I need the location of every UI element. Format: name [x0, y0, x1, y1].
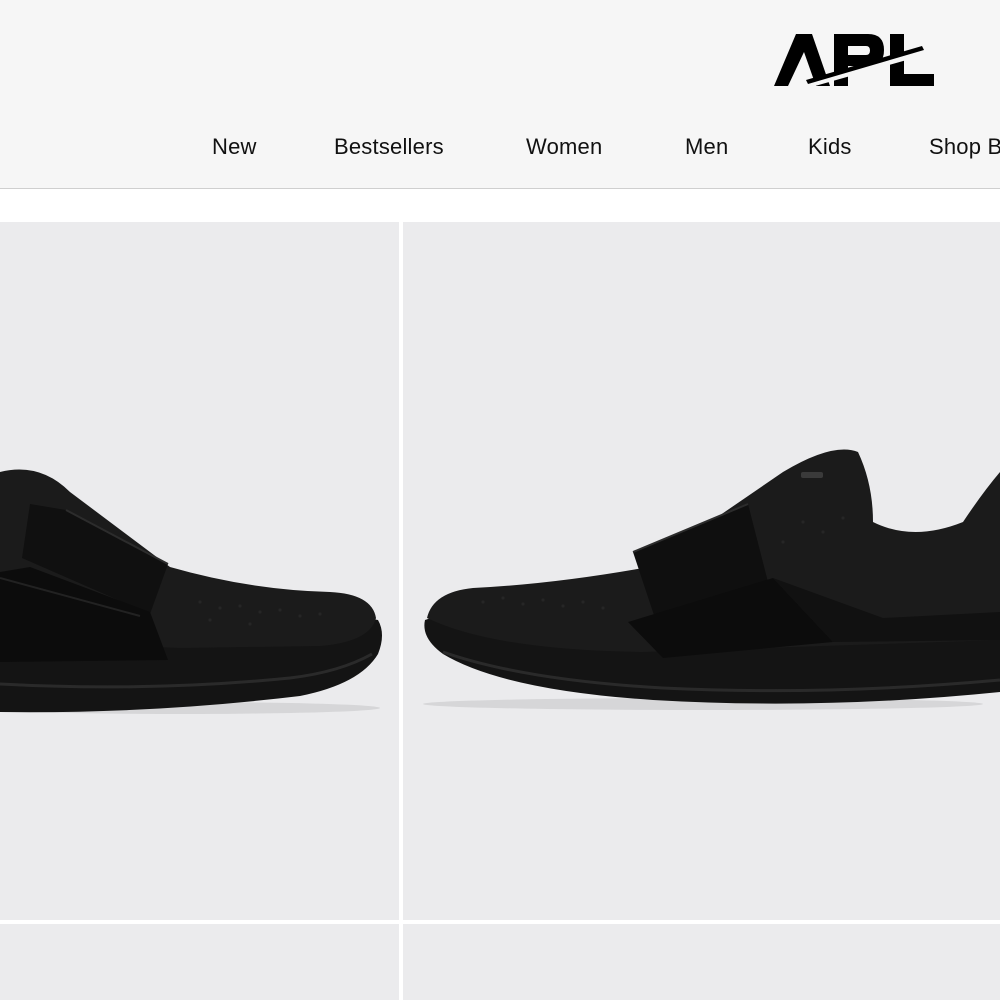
apl-logo[interactable]: [772, 30, 936, 90]
heel-logo-icon: [801, 472, 823, 478]
nav-item-kids[interactable]: Kids: [808, 132, 852, 162]
product-image: [0, 924, 399, 1000]
product-tile[interactable]: [0, 924, 399, 1000]
product-image: [403, 924, 1000, 1000]
black-slip-on-sneaker-image: [423, 449, 1000, 710]
nav-item-new[interactable]: New: [212, 132, 257, 162]
nav-item-shop-by[interactable]: Shop B: [929, 132, 1000, 162]
product-tile[interactable]: [403, 924, 1000, 1000]
main-nav: New Bestsellers Women Men Kids Shop B: [0, 132, 1000, 162]
nav-item-bestsellers[interactable]: Bestsellers: [334, 132, 444, 162]
product-gallery: [0, 222, 1000, 1000]
site-header: New Bestsellers Women Men Kids Shop B: [0, 0, 1000, 189]
apl-logo-mark: [774, 34, 934, 88]
product-tile[interactable]: [0, 222, 399, 920]
nav-item-women[interactable]: Women: [526, 132, 602, 162]
product-tile[interactable]: [403, 222, 1000, 920]
nav-item-men[interactable]: Men: [685, 132, 728, 162]
black-slip-on-sneaker-image: [0, 469, 382, 714]
